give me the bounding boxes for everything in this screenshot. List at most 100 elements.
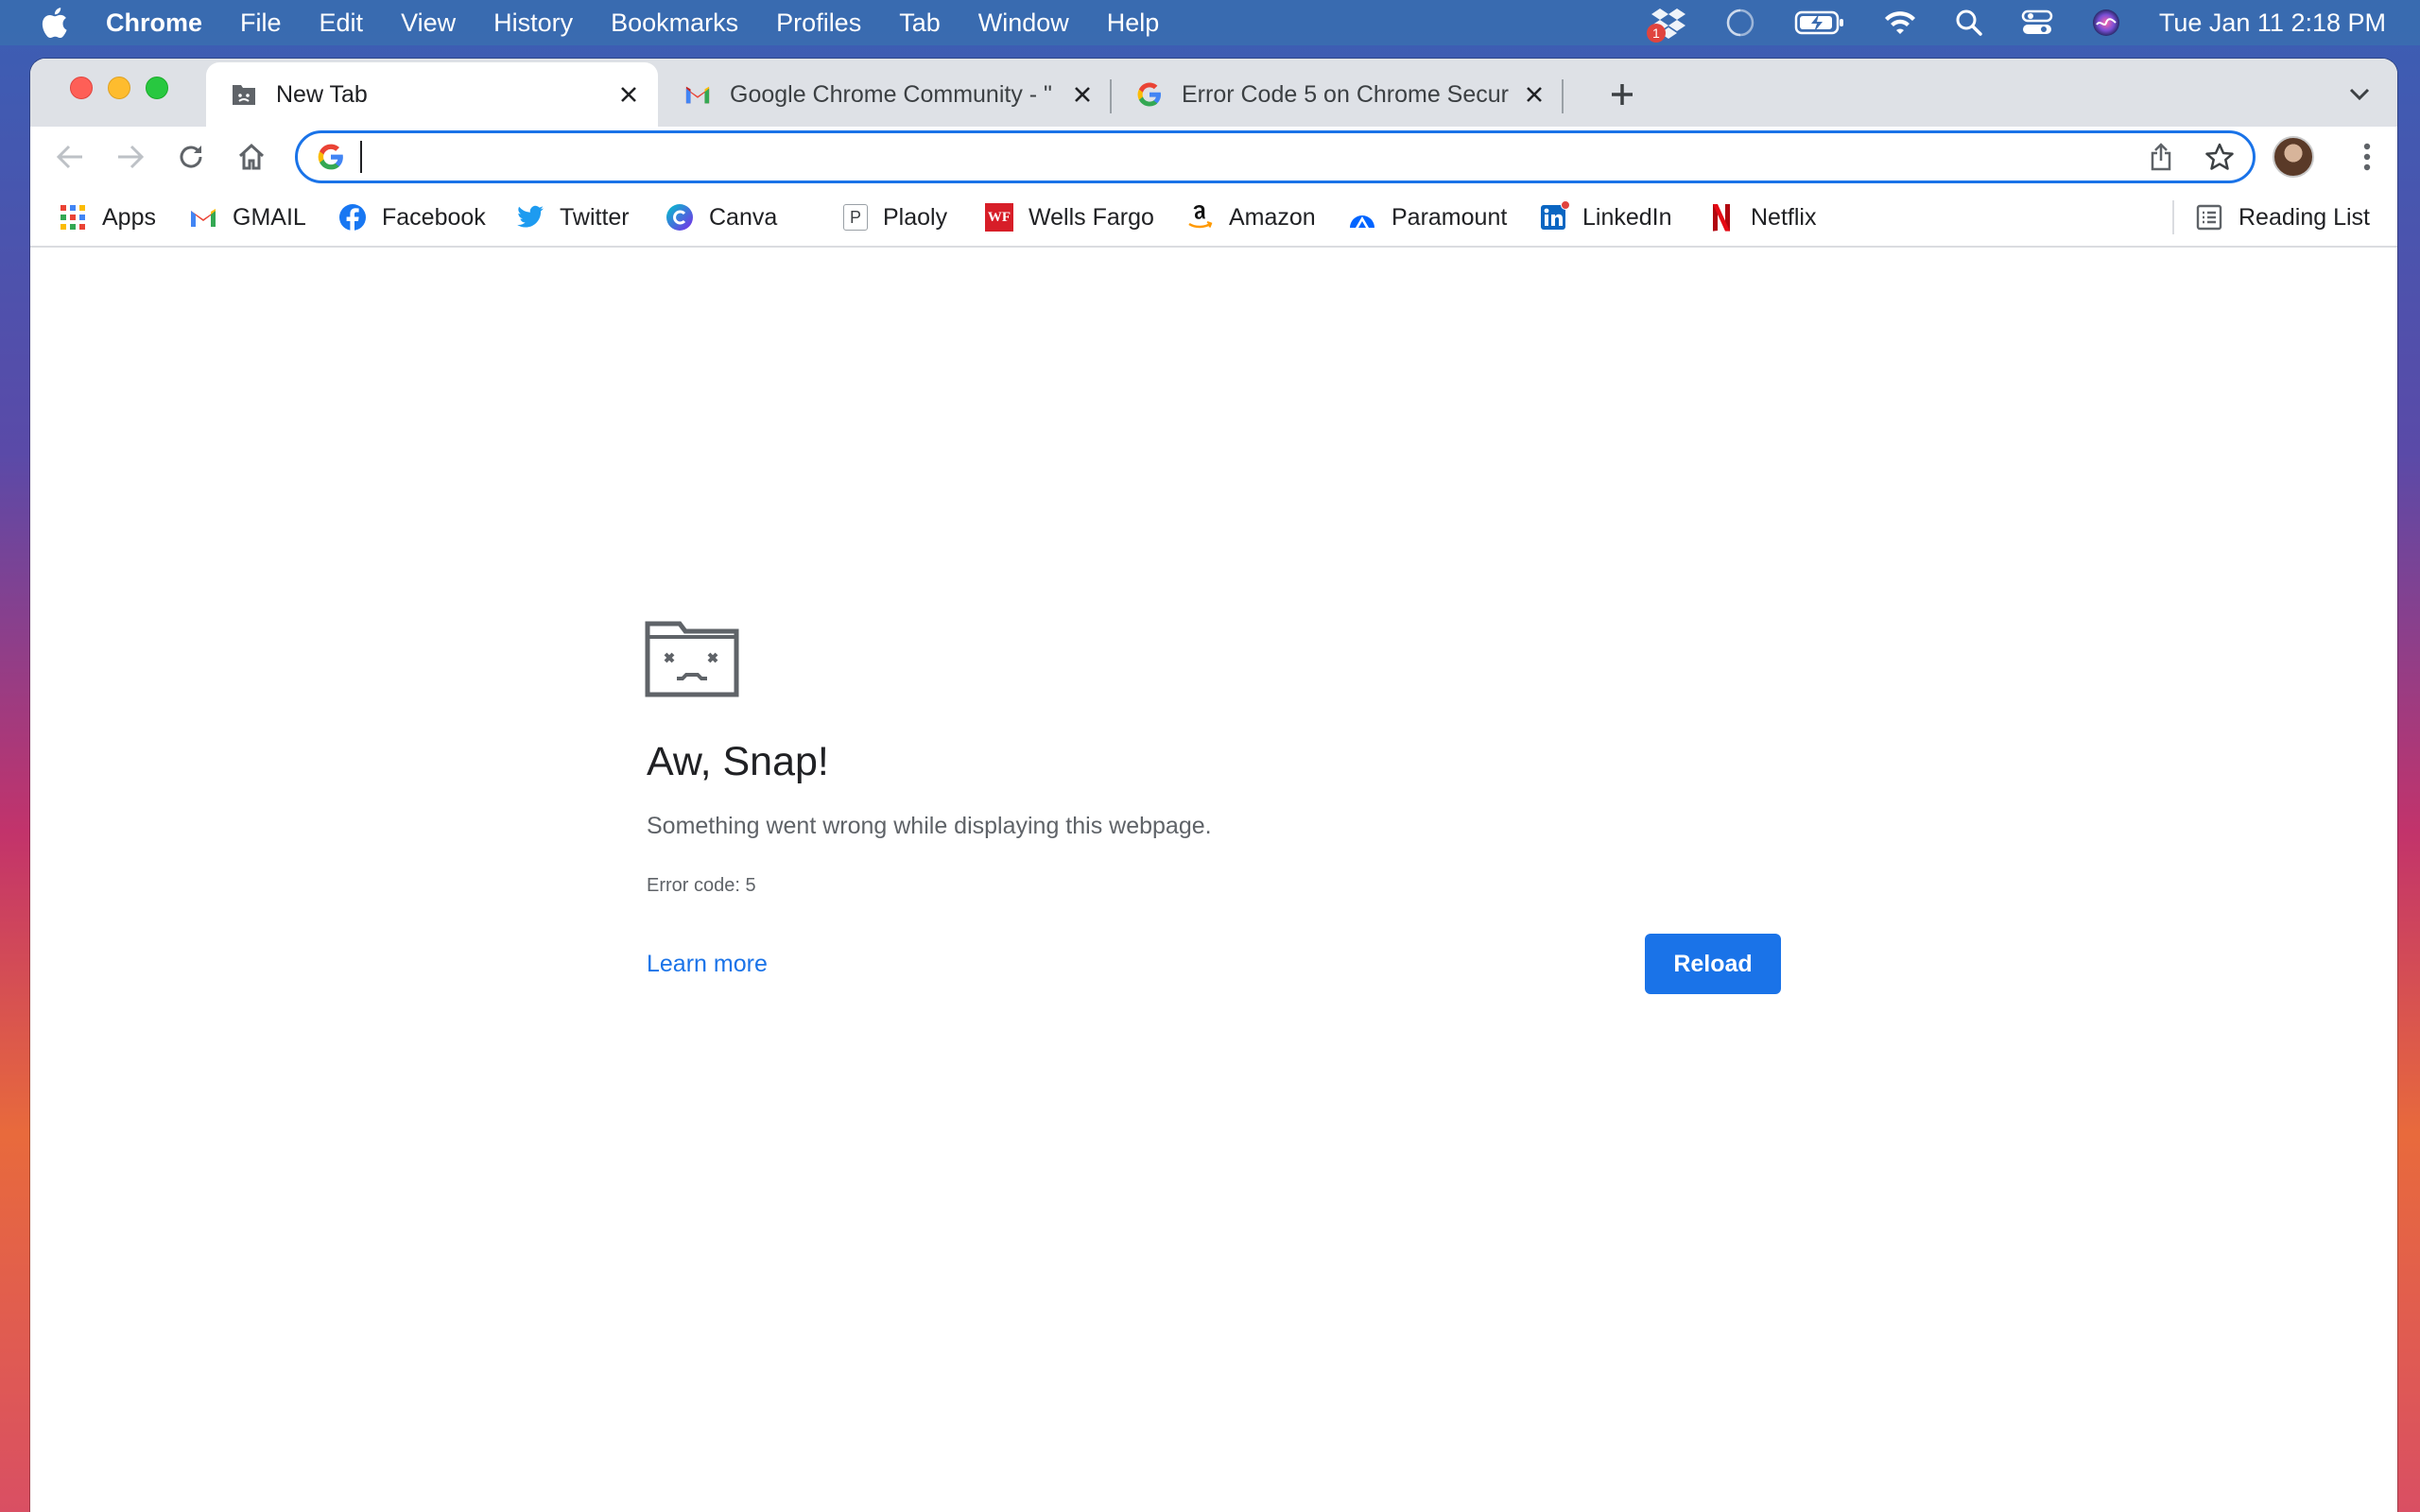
reading-list-icon xyxy=(2195,203,2223,232)
tab-title: Google Chrome Community - " xyxy=(730,80,1052,108)
bookmark-netflix[interactable]: Netflix xyxy=(1707,198,1816,236)
bookmark-label: Paramount xyxy=(1392,203,1508,231)
menu-bar-status-area: 1 Tue Jan 11 2:18 PM xyxy=(1613,0,2386,45)
canva-icon xyxy=(666,203,694,232)
chrome-menu-kebab-icon[interactable] xyxy=(2348,136,2386,178)
tab-strip: New Tab Google Chrome Community - " Erro… xyxy=(30,59,2397,127)
bookmark-wells-fargo[interactable]: WF Wells Fargo xyxy=(985,198,1154,236)
chrome-window: New Tab Google Chrome Community - " Erro… xyxy=(30,59,2397,1512)
dropbox-badge: 1 xyxy=(1646,24,1666,43)
bookmark-amazon[interactable]: Amazon xyxy=(1185,198,1316,236)
tab-new-tab[interactable]: New Tab xyxy=(206,62,658,127)
bookmark-linkedin[interactable]: LinkedIn xyxy=(1539,198,1672,236)
netflix-icon xyxy=(1707,203,1736,232)
tab-title: New Tab xyxy=(276,80,368,108)
bookmark-label: Netflix xyxy=(1751,203,1817,231)
new-tab-button[interactable] xyxy=(1601,74,1643,115)
menu-bar-clock[interactable]: Tue Jan 11 2:18 PM xyxy=(2159,9,2386,38)
bookmark-plaoly[interactable]: P Plaoly xyxy=(843,198,947,236)
bookmark-label: Plaoly xyxy=(883,203,948,231)
notification-dot xyxy=(1561,200,1570,210)
page-content: Aw, Snap! Something went wrong while dis… xyxy=(30,249,2397,1512)
close-tab-icon[interactable] xyxy=(1066,78,1098,111)
gmail-icon xyxy=(684,81,711,108)
facebook-icon xyxy=(338,203,367,232)
gmail-icon xyxy=(189,203,217,232)
battery-charging-icon[interactable] xyxy=(1794,9,1845,36)
close-tab-icon[interactable] xyxy=(1518,78,1550,111)
bookmark-twitter[interactable]: Twitter xyxy=(516,198,630,236)
bookmark-star-icon[interactable] xyxy=(2204,141,2236,173)
bookmark-paramount[interactable]: Paramount xyxy=(1348,198,1507,236)
tab-google-chrome-community[interactable]: Google Chrome Community - " xyxy=(660,62,1112,127)
menu-app-name[interactable]: Chrome xyxy=(106,9,202,38)
wifi-icon[interactable] xyxy=(1883,9,1917,37)
twitter-icon xyxy=(516,203,544,232)
sad-page-icon xyxy=(231,81,257,108)
error-title: Aw, Snap! xyxy=(647,739,829,784)
control-center-icon[interactable] xyxy=(2021,9,2053,37)
menu-edit[interactable]: Edit xyxy=(320,9,364,38)
forward-button[interactable] xyxy=(110,136,151,178)
bookmarks-bar: Apps GMAIL Facebook Twitter Canva P Plao… xyxy=(30,187,2397,248)
menu-history[interactable]: History xyxy=(493,9,573,38)
text-cursor xyxy=(360,141,362,173)
menu-help[interactable]: Help xyxy=(1107,9,1160,38)
apps-grid-icon xyxy=(59,203,87,232)
close-tab-icon[interactable] xyxy=(613,78,645,111)
bookmark-label: Amazon xyxy=(1229,203,1316,231)
tab-search-chevron-icon[interactable] xyxy=(2341,76,2378,113)
fullscreen-window-button[interactable] xyxy=(146,77,168,99)
reload-page-button[interactable] xyxy=(170,136,212,178)
google-icon xyxy=(1136,81,1163,108)
bookmark-label: Wells Fargo xyxy=(1028,203,1154,231)
bookmark-label: Canva xyxy=(709,203,778,231)
reload-button[interactable]: Reload xyxy=(1645,934,1781,994)
dropbox-icon[interactable]: 1 xyxy=(1646,7,1686,43)
tab-error-code-5[interactable]: Error Code 5 on Chrome Securi xyxy=(1112,62,1564,127)
bookmark-canva[interactable]: Canva xyxy=(666,198,777,236)
amazon-icon xyxy=(1185,203,1214,232)
bookmarks-separator xyxy=(2172,200,2174,234)
menu-window[interactable]: Window xyxy=(978,9,1069,38)
menu-view[interactable]: View xyxy=(401,9,456,38)
address-bar[interactable] xyxy=(295,130,2256,183)
tab-title: Error Code 5 on Chrome Securi xyxy=(1182,80,1509,108)
learn-more-link[interactable]: Learn more xyxy=(647,951,768,978)
apple-menu-icon[interactable] xyxy=(40,7,68,39)
menu-file[interactable]: File xyxy=(240,9,282,38)
error-code: Error code: 5 xyxy=(647,875,756,896)
paramount-icon xyxy=(1348,203,1376,232)
google-icon xyxy=(317,143,345,171)
reading-list-button[interactable]: Reading List xyxy=(2195,198,2370,236)
back-button[interactable] xyxy=(49,136,91,178)
bookmark-gmail[interactable]: GMAIL xyxy=(189,198,306,236)
home-button[interactable] xyxy=(231,136,272,178)
address-input[interactable] xyxy=(358,139,2154,175)
error-message: Something went wrong while displaying th… xyxy=(647,813,1212,839)
bookmark-label: Apps xyxy=(102,203,156,231)
profile-avatar[interactable] xyxy=(2273,136,2314,178)
menu-profiles[interactable]: Profiles xyxy=(776,9,861,38)
minimize-window-button[interactable] xyxy=(108,77,130,99)
spotlight-search-icon[interactable] xyxy=(1955,9,1983,37)
browser-toolbar xyxy=(30,127,2397,187)
sad-tab-icon xyxy=(645,618,739,697)
night-shift-icon[interactable] xyxy=(1724,7,1756,39)
bookmark-apps[interactable]: Apps xyxy=(59,198,156,236)
bookmark-facebook[interactable]: Facebook xyxy=(338,198,486,236)
share-icon[interactable] xyxy=(2145,141,2177,173)
siri-icon[interactable] xyxy=(2091,8,2121,38)
bookmark-label: GMAIL xyxy=(233,203,306,231)
bookmark-label: Twitter xyxy=(560,203,630,231)
menu-tab[interactable]: Tab xyxy=(899,9,941,38)
wells-fargo-icon: WF xyxy=(985,203,1013,232)
menu-bookmarks[interactable]: Bookmarks xyxy=(611,9,738,38)
bookmark-label: Facebook xyxy=(382,203,486,231)
reading-list-label: Reading List xyxy=(2238,203,2370,231)
bookmark-label: LinkedIn xyxy=(1582,203,1672,231)
linkedin-icon xyxy=(1539,200,1570,232)
close-window-button[interactable] xyxy=(70,77,93,99)
macos-menu-bar: Chrome File Edit View History Bookmarks … xyxy=(0,0,2420,45)
tab-separator xyxy=(1562,79,1564,113)
